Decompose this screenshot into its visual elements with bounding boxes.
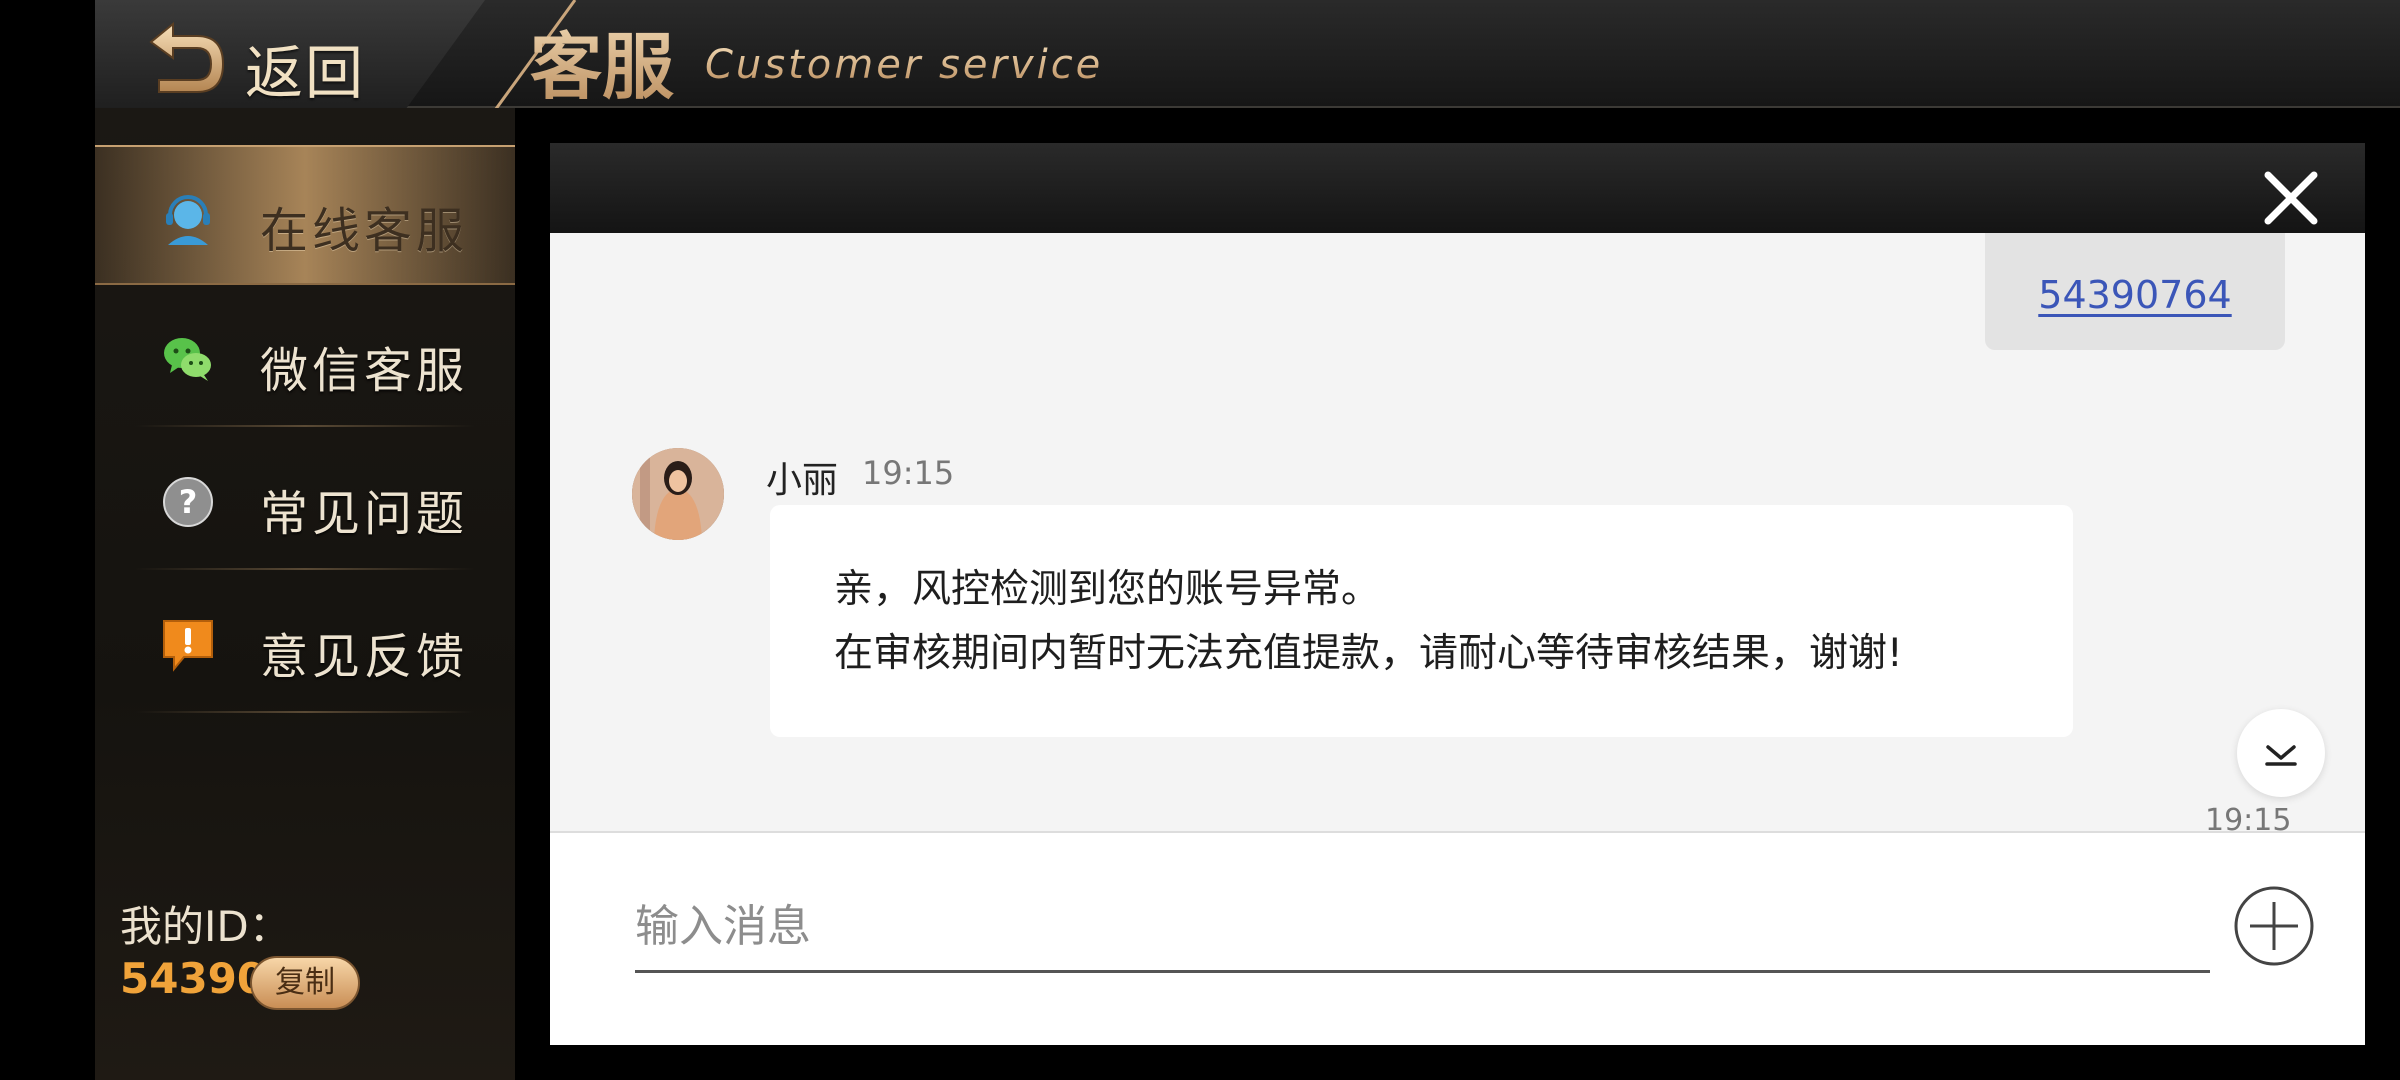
chat-topbar <box>550 143 2365 233</box>
divider <box>135 425 475 427</box>
message-timestamp: 19:15 <box>2205 803 2292 831</box>
sidebar-item-label: 常见问题 <box>260 486 469 542</box>
divider <box>135 711 475 713</box>
back-label: 返回 <box>245 39 366 107</box>
add-attachment-icon[interactable] <box>2233 885 2315 967</box>
feedback-icon <box>163 620 213 672</box>
page-title: 客服 <box>530 8 674 113</box>
sent-message-bubble: 54390764 <box>1985 233 2285 350</box>
message-timestamp: 19:15 <box>862 454 955 492</box>
scroll-to-bottom-button[interactable] <box>2237 709 2325 797</box>
sidebar-item-wechat-service[interactable]: 微信客服 <box>95 287 515 427</box>
question-icon: ? <box>163 477 213 527</box>
sidebar-item-label: 在线客服 <box>260 203 469 259</box>
divider <box>135 568 475 570</box>
received-message-bubble: 亲，风控检测到您的账号异常。 在审核期间内暂时无法充值提款，请耐心等待审核结果，… <box>770 505 2073 737</box>
agent-avatar <box>632 448 724 540</box>
sent-message-link[interactable]: 54390764 <box>1985 273 2285 317</box>
return-arrow-icon <box>149 21 225 93</box>
header-bar: 返回 客服 Customer service <box>95 0 2400 124</box>
back-button[interactable]: 返回 <box>95 0 485 124</box>
agent-name: 小丽 <box>766 460 839 501</box>
page-subtitle: Customer service <box>705 42 1104 88</box>
copy-id-button[interactable]: 复制 <box>250 956 360 1010</box>
wechat-icon <box>164 338 211 381</box>
chat-panel: 54390764 小丽 19:15 亲，风控检测到您的账号异常。 在审核期间内暂… <box>550 143 2365 1045</box>
received-message-line: 亲，风控检测到您的账号异常。 <box>834 567 1381 612</box>
sidebar-item-label: 微信客服 <box>260 343 469 399</box>
chevron-down-icon <box>2265 745 2297 766</box>
close-icon[interactable] <box>2260 167 2322 229</box>
sidebar-item-faq[interactable]: ? 常见问题 <box>95 430 515 570</box>
my-id-label: 我的ID： <box>120 902 291 951</box>
message-list[interactable]: 54390764 小丽 19:15 亲，风控检测到您的账号异常。 在审核期间内暂… <box>550 233 2365 831</box>
received-message-line: 在审核期间内暂时无法充值提款，请耐心等待审核结果，谢谢! <box>834 631 1903 676</box>
svg-text:?: ? <box>179 483 198 521</box>
message-input[interactable] <box>635 883 2210 973</box>
headset-icon <box>166 195 210 245</box>
sidebar-item-online-service[interactable]: 在线客服 <box>95 145 515 285</box>
sidebar-item-label: 意见反馈 <box>260 629 469 685</box>
sidebar: 在线客服 微信客服 ? 常见问题 意见反馈 我的ID：54390764 复制 <box>95 108 515 1080</box>
sidebar-item-feedback[interactable]: 意见反馈 <box>95 573 515 713</box>
app-root: 返回 客服 Customer service 在线客服 微信客服 ? 常见问题 … <box>0 0 2400 1080</box>
agent-photo <box>632 448 724 540</box>
input-area <box>550 831 2365 1045</box>
